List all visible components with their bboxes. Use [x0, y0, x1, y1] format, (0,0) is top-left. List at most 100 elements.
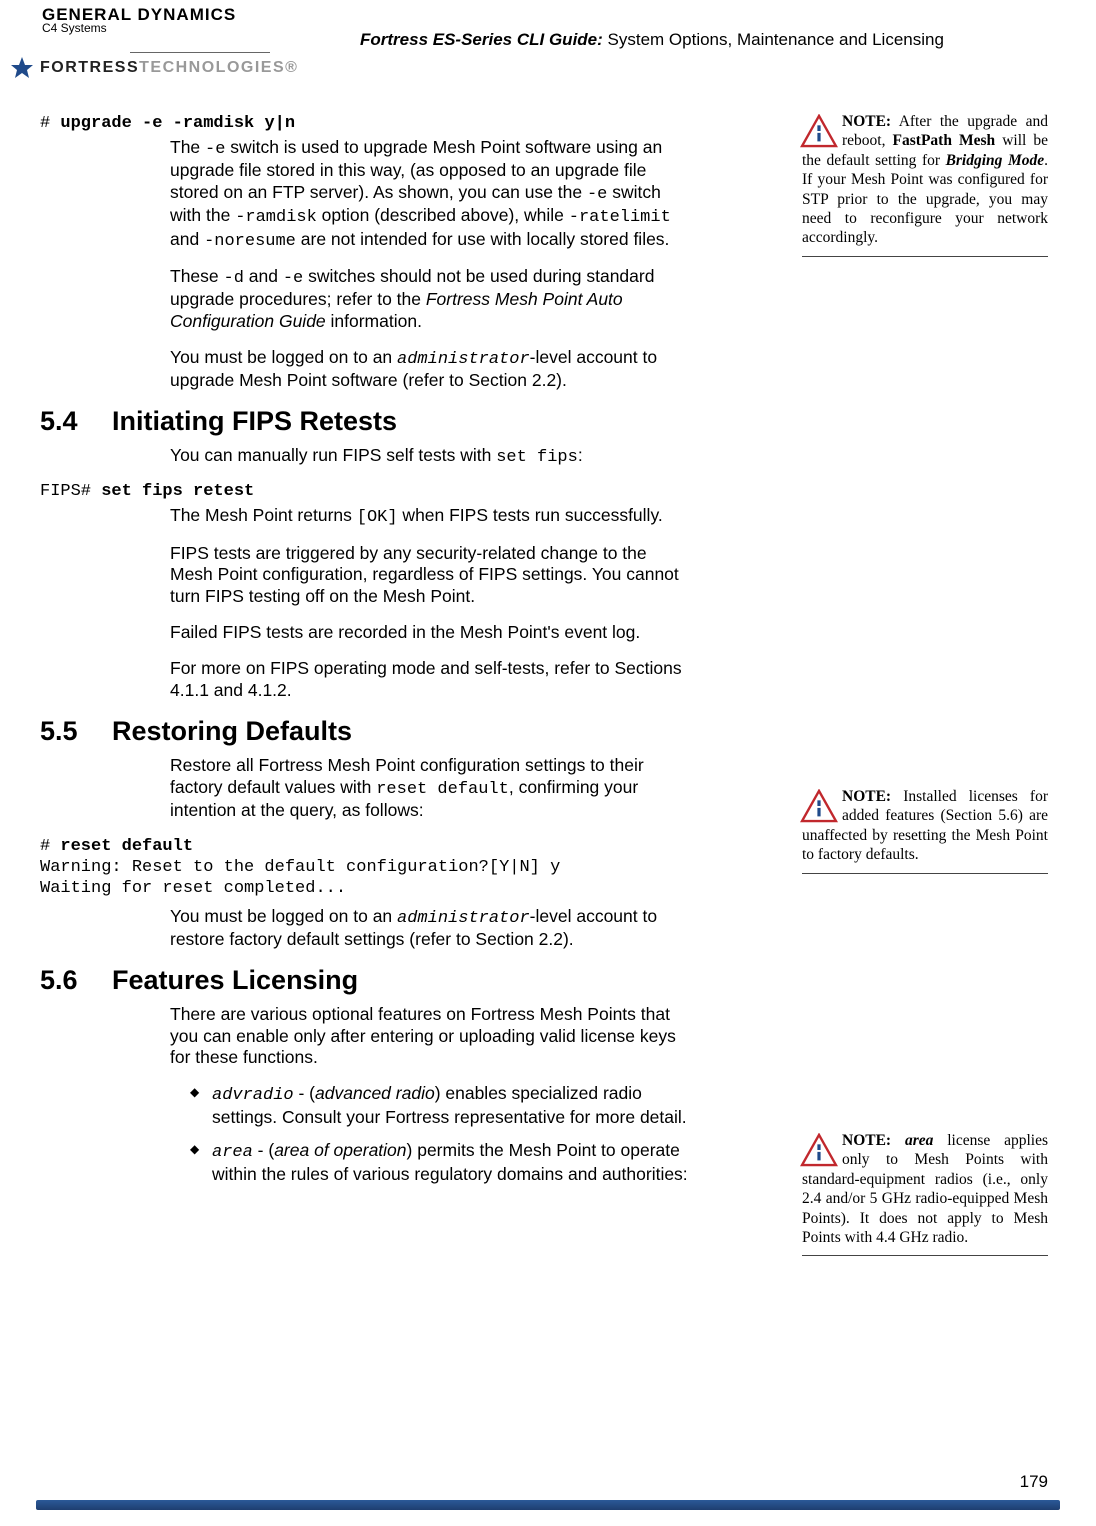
body-para: FIPS tests are triggered by any security… — [170, 543, 690, 609]
note-box: NOTE: Installed licenses for added featu… — [802, 787, 1048, 874]
section-number: 5.5 — [40, 716, 96, 747]
output-line: Waiting for reset completed... — [40, 879, 346, 898]
body-para: You must be logged on to an administrato… — [170, 347, 690, 392]
note-text-a — [891, 1132, 905, 1149]
section-number: 5.6 — [40, 965, 96, 996]
cmd-prompt: # — [40, 114, 60, 133]
t: -ramdisk — [235, 208, 317, 227]
t: : — [578, 445, 583, 465]
t: and — [244, 266, 283, 286]
section-heading-5-4: 5.4 Initiating FIPS Retests — [40, 406, 740, 437]
footer-bar — [36, 1500, 1060, 1510]
t: - ( — [253, 1140, 274, 1160]
star-icon — [10, 56, 34, 80]
t: -ratelimit — [569, 208, 671, 227]
t: information. — [326, 311, 422, 331]
t: -noresume — [204, 232, 296, 251]
section-heading-5-6: 5.6 Features Licensing — [40, 965, 740, 996]
t: -e — [205, 140, 225, 159]
cmd-prompt: # — [40, 837, 60, 856]
info-icon — [800, 1133, 838, 1167]
t: The Mesh Point returns — [170, 505, 357, 525]
cmd-prompt: FIPS# — [40, 482, 101, 501]
body-para: You can manually run FIPS self tests wit… — [170, 445, 690, 468]
note-area-license: NOTE: area license applies only to Mesh … — [802, 1131, 1048, 1268]
section-heading-5-5: 5.5 Restoring Defaults — [40, 716, 740, 747]
body-para: Failed FIPS tests are recorded in the Me… — [170, 622, 690, 644]
body-para: The Mesh Point returns [OK] when FIPS te… — [170, 505, 690, 528]
page-footer: 179 — [0, 1500, 1096, 1510]
note-label: NOTE: — [842, 1132, 891, 1149]
t: when FIPS tests run successfully. — [398, 505, 663, 525]
doc-title: Fortress ES-Series CLI Guide: System Opt… — [360, 30, 944, 50]
cmd-text: upgrade -e -ramdisk y|n — [60, 114, 295, 133]
t: administrator — [397, 350, 530, 369]
header-divider — [130, 52, 270, 53]
body-para: The -e switch is used to upgrade Mesh Po… — [170, 137, 690, 252]
cmd-upgrade: # upgrade -e -ramdisk y|n — [40, 114, 740, 133]
note-upgrade-reboot: NOTE: After the upgrade and reboot, Fast… — [802, 112, 1048, 269]
note-label: NOTE: — [842, 788, 891, 805]
fortress-logo: FORTRESSTECHNOLOGIES® — [10, 56, 298, 80]
t: administrator — [397, 909, 530, 928]
note-licenses: NOTE: Installed licenses for added featu… — [802, 787, 1048, 886]
feature-list: advradio - (advanced radio) enables spec… — [190, 1083, 690, 1185]
t: -e — [283, 269, 303, 288]
cmd-text: reset default — [60, 837, 193, 856]
page: GENERAL DYNAMICS C4 Systems FORTRESSTECH… — [0, 0, 1096, 1526]
list-item: area - (area of operation) permits the M… — [190, 1140, 690, 1185]
page-number: 179 — [1020, 1472, 1048, 1492]
t: set fips — [496, 448, 578, 467]
page-header: GENERAL DYNAMICS C4 Systems FORTRESSTECH… — [0, 0, 1096, 92]
t: -d — [224, 269, 244, 288]
output-line: Warning: Reset to the default configurat… — [40, 858, 560, 877]
note-text-d: Bridging Mode — [946, 152, 1045, 169]
t: These — [170, 266, 224, 286]
cmd-reset-default: # reset default Warning: Reset to the de… — [40, 836, 740, 900]
body-para: Restore all Fortress Mesh Point configur… — [170, 755, 690, 822]
t: are not intended for use with locally st… — [296, 229, 670, 249]
note-label: NOTE: — [842, 113, 891, 130]
t: advradio — [212, 1086, 294, 1105]
t: option (described above), while — [317, 205, 569, 225]
company-logo: GENERAL DYNAMICS C4 Systems — [42, 6, 236, 34]
cmd-text: set fips retest — [101, 482, 254, 501]
note-text: Installed licenses for added features (S… — [802, 788, 1048, 863]
note-box: NOTE: After the upgrade and reboot, Fast… — [802, 112, 1048, 257]
fortress-strong: FORTRESS — [40, 59, 139, 76]
t: The — [170, 137, 205, 157]
t: reset default — [376, 780, 509, 799]
t: You must be logged on to an — [170, 347, 397, 367]
note-text-b: FastPath Mesh — [893, 132, 996, 149]
note-text-b: area — [905, 1132, 933, 1149]
t: and — [170, 229, 204, 249]
cmd-fips-retest: FIPS# set fips retest — [40, 482, 740, 501]
fortress-light: TECHNOLOGIES® — [139, 59, 298, 76]
t: You can manually run FIPS self tests wit… — [170, 445, 496, 465]
t: [OK] — [357, 508, 398, 527]
content-area: NOTE: After the upgrade and reboot, Fast… — [0, 92, 1096, 1186]
list-item: advradio - (advanced radio) enables spec… — [190, 1083, 690, 1128]
note-text-c: license applies only to Mesh Points with… — [802, 1132, 1048, 1246]
main-column: # upgrade -e -ramdisk y|n The -e switch … — [40, 114, 740, 1186]
body-para: You must be logged on to an administrato… — [170, 906, 690, 951]
body-para: These -d and -e switches should not be u… — [170, 266, 690, 333]
t: You must be logged on to an — [170, 906, 397, 926]
section-number: 5.4 — [40, 406, 96, 437]
note-box: NOTE: area license applies only to Mesh … — [802, 1131, 1048, 1256]
body-para: For more on FIPS operating mode and self… — [170, 658, 690, 702]
section-title: Restoring Defaults — [112, 716, 352, 747]
fortress-text: FORTRESSTECHNOLOGIES® — [40, 59, 298, 77]
doc-title-rest: System Options, Maintenance and Licensin… — [603, 30, 944, 49]
t: - ( — [294, 1083, 315, 1103]
info-icon — [800, 114, 838, 148]
doc-title-bold: Fortress ES-Series CLI Guide: — [360, 30, 603, 49]
t: area — [212, 1143, 253, 1162]
section-title: Features Licensing — [112, 965, 358, 996]
t: -e — [587, 185, 607, 204]
body-para: There are various optional features on F… — [170, 1004, 690, 1070]
info-icon — [800, 789, 838, 823]
t: area of operation — [274, 1140, 406, 1160]
section-title: Initiating FIPS Retests — [112, 406, 397, 437]
t: advanced radio — [315, 1083, 435, 1103]
